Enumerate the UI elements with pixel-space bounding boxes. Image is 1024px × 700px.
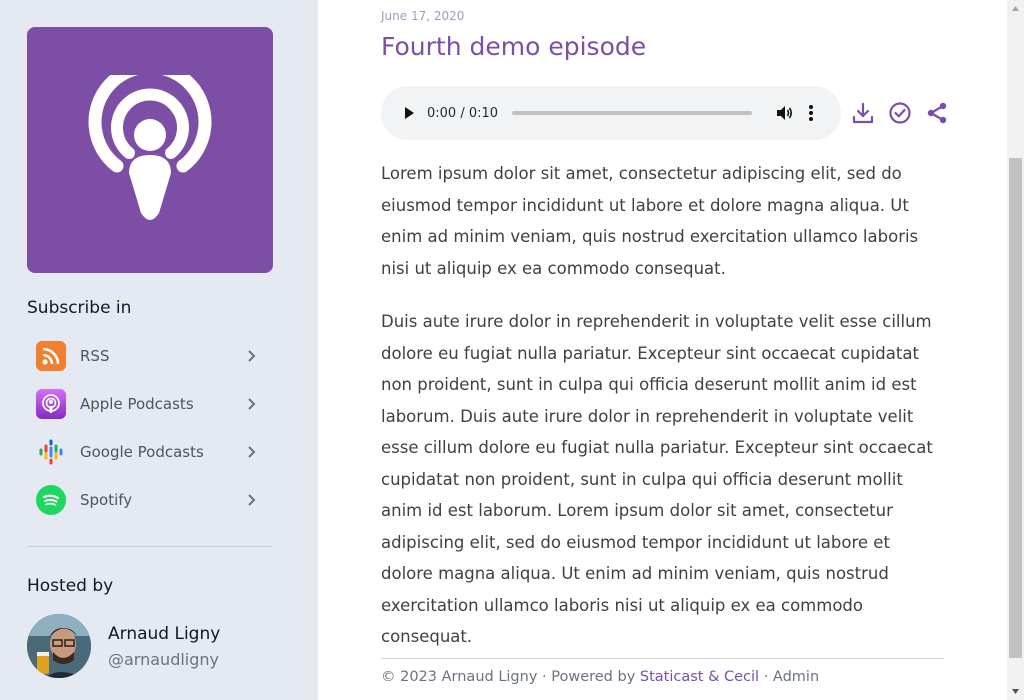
subscribe-apple-podcasts[interactable]: Apple Podcasts xyxy=(27,380,273,428)
chevron-right-icon xyxy=(248,398,256,410)
subscribe-title: Subscribe in xyxy=(27,298,132,318)
footer-copyright: © 2023 Arnaud Ligny · Powered by xyxy=(381,669,640,685)
hosted-title: Hosted by xyxy=(27,576,114,596)
footer-separator: · xyxy=(759,669,773,685)
host-card[interactable]: Arnaud Ligny @arnaudligny xyxy=(27,614,220,678)
player-progress-bar[interactable] xyxy=(512,111,753,115)
chevron-right-icon xyxy=(248,446,256,458)
episode-title[interactable]: Fourth demo episode xyxy=(381,32,646,61)
sidebar: Subscribe in RSS Apple Podcasts Google P… xyxy=(0,0,318,700)
subscribe-list: RSS Apple Podcasts Google Podcasts Spoti… xyxy=(27,332,273,524)
host-name: Arnaud Ligny xyxy=(108,623,221,644)
episode-date: June 17, 2020 xyxy=(381,9,465,23)
description-paragraph: Lorem ipsum dolor sit amet, consectetur … xyxy=(381,164,919,278)
subscribe-spotify-label: Spotify xyxy=(80,491,133,509)
host-handle: @arnaudligny xyxy=(108,649,219,669)
footer-amp: & xyxy=(703,669,725,685)
volume-icon[interactable] xyxy=(774,103,794,123)
scroll-up-icon[interactable] xyxy=(1011,4,1020,13)
description-paragraph: Duis aute irure dolor in reprehenderit i… xyxy=(381,312,933,646)
subscribe-google-label: Google Podcasts xyxy=(80,443,204,461)
sidebar-divider xyxy=(27,546,273,547)
scroll-down-icon[interactable] xyxy=(1011,687,1020,696)
podcast-icon xyxy=(88,75,212,220)
page-scrollbar[interactable] xyxy=(1007,0,1024,700)
episode-description: Lorem ipsum dolor sit amet, consectetur … xyxy=(381,158,941,675)
subscribe-rss-label: RSS xyxy=(80,347,110,365)
avatar xyxy=(27,614,91,678)
subscribe-google-podcasts[interactable]: Google Podcasts xyxy=(27,428,273,476)
apple-podcasts-icon xyxy=(36,389,66,419)
download-icon[interactable] xyxy=(851,101,875,125)
google-podcasts-icon xyxy=(36,437,66,467)
chevron-right-icon xyxy=(248,350,256,362)
footer-divider xyxy=(381,658,944,659)
podcast-cover[interactable] xyxy=(27,27,273,273)
check-circle-icon[interactable] xyxy=(888,101,912,125)
admin-link[interactable]: Admin xyxy=(773,669,819,685)
more-options-icon[interactable] xyxy=(808,104,814,122)
footer: © 2023 Arnaud Ligny · Powered by Statica… xyxy=(381,669,819,685)
subscribe-apple-label: Apple Podcasts xyxy=(80,395,194,413)
subscribe-rss[interactable]: RSS xyxy=(27,332,273,380)
rss-icon xyxy=(36,341,66,371)
episode-actions xyxy=(851,101,949,125)
subscribe-spotify[interactable]: Spotify xyxy=(27,476,273,524)
player-time: 0:00 / 0:10 xyxy=(427,105,499,121)
share-icon[interactable] xyxy=(925,101,949,125)
play-icon[interactable] xyxy=(401,105,417,121)
spotify-icon xyxy=(36,485,66,515)
audio-player: 0:00 / 0:10 xyxy=(381,86,841,140)
chevron-right-icon xyxy=(248,494,256,506)
scrollbar-thumb[interactable] xyxy=(1009,158,1022,658)
cecil-link[interactable]: Cecil xyxy=(724,669,759,685)
staticast-link[interactable]: Staticast xyxy=(640,669,704,685)
